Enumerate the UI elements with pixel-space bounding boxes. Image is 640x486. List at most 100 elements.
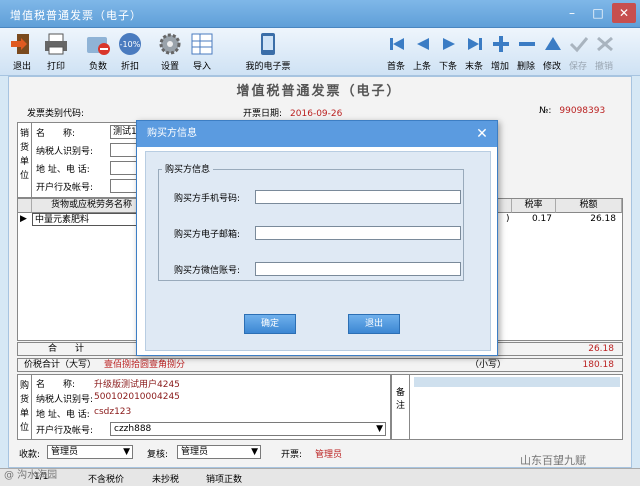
tax-rate-header: 税率 [512,199,556,213]
buyer-side-label: 购货单位 [18,375,32,439]
last-record-button[interactable]: 末条 [462,32,486,72]
total-tax: 26.18 [588,344,614,354]
my-e-invoice-button[interactable]: 我的电子票 [243,32,293,72]
seller-name-label: 名 称: [36,129,76,139]
next-record-button[interactable]: 下条 [436,32,460,72]
confirm-button[interactable]: 确定 [244,314,296,334]
buyer-address-row: 地 址、电 话: csdz123 [36,407,132,420]
svg-text:-10%: -10% [120,40,141,49]
seller-side-label: 销货单位 [18,123,32,197]
phone-input[interactable] [255,190,461,204]
undo-button[interactable]: 撤销 [592,32,616,72]
edit-icon [545,37,561,50]
wechat-label: 购买方微信账号: [174,266,241,276]
dialog-body: 购买方信息 购买方手机号码: 购买方电子邮箱: 购买方微信账号: 确定 退出 [145,151,491,351]
buyer-info-dialog: 购买方信息 ✕ 购买方信息 购买方手机号码: 购买方电子邮箱: 购买方微信账号:… [136,120,498,356]
dialog-close-button[interactable]: ✕ [469,123,495,145]
item-name-cell[interactable]: 中量元素肥料 [32,213,152,226]
buyer-name-value[interactable]: 升级版测试用户4245 [94,377,180,390]
status-bar: 1/1 不含税价 未抄税 销项正数 [0,468,640,486]
payee-label: 收款: [19,450,41,460]
reviewer-select[interactable]: 管理员 ▼ [177,445,261,459]
email-label: 购买方电子邮箱: [174,230,241,240]
prev-record-button[interactable]: 上条 [410,32,434,72]
email-input[interactable] [255,226,461,240]
current-row-arrow-icon: ▶ [20,214,27,224]
grand-total-upper: 壹佰捌拾圆壹角捌分 [104,360,186,370]
remarks-field[interactable] [414,377,620,387]
seller-taxid-label: 纳税人识别号: [36,147,94,157]
save-check-icon [569,37,589,53]
chevron-down-icon: ▼ [123,447,130,457]
watermark-left: @ 沟水海园 [4,470,58,481]
status-copy-tax: 未抄税 [152,475,180,485]
buyer-info-group-label: 购买方信息 [162,162,214,175]
chevron-down-icon: ▼ [251,447,258,457]
buyer-name-row: 名 称: 升级版测试用户4245 [36,377,180,390]
tax-amount-cell[interactable]: 26.18 [556,213,622,226]
minimize-button[interactable]: – [560,3,584,23]
import-button[interactable]: 导入 [188,32,216,72]
printer-icon [45,33,67,55]
window-title: 增值税普通发票（电子） [10,9,142,22]
edit-button[interactable]: 修改 [540,32,564,72]
drawer-label: 开票: [281,450,303,460]
first-record-button[interactable]: 首条 [384,32,408,72]
buyer-address-value[interactable]: csdz123 [94,407,131,417]
discount-badge-icon: -10% [119,33,141,55]
settings-button[interactable]: 设置 [156,32,184,72]
remarks-label: 备注 [392,375,410,439]
remove-icon [519,42,535,46]
row-indicator-header [18,199,32,213]
negative-button[interactable]: 负数 [84,32,112,72]
tax-rate-cell[interactable]: 0.17 [512,213,556,226]
issue-date: 开票日期: 2016-09-26 [243,109,343,119]
last-record-icon [468,38,482,50]
toolbar: 退出 打印 负数 -10% 折扣 设置 导入 我的电子票 首条 上条 下条 末条 [0,28,640,76]
negative-folder-icon [87,37,110,55]
delete-button[interactable]: 删除 [514,32,538,72]
watermark-right: 山东百望九赋 [520,454,586,467]
remarks-section: 备注 [391,374,623,440]
seller-bank-label: 开户行及帐号: [36,183,94,193]
status-invoice-kind: 销项正数 [206,475,243,485]
print-button[interactable]: 打印 [42,32,70,72]
buyer-taxid-value[interactable]: 500102010004245 [94,392,180,402]
gear-icon [159,33,181,55]
item-name-header: 货物或应税劳务名称 [32,199,152,213]
reviewer-label: 复核: [147,450,169,460]
save-button[interactable]: 保存 [566,32,590,72]
dialog-title: 购买方信息 [137,121,497,147]
wechat-input[interactable] [255,262,461,276]
next-record-icon [443,38,455,50]
chevron-down-icon: ▼ [376,424,383,434]
phone-label: 购买方手机号码: [174,194,241,204]
window-titlebar: 增值税普通发票（电子） – □ ✕ [0,0,640,28]
seller-address-label: 地 址、电 话: [36,165,90,175]
small-amount-label: （小写） [470,360,507,370]
payee-select[interactable]: 管理员 ▼ [47,445,133,459]
exit-button[interactable]: 退出 [8,32,36,72]
dialog-exit-button[interactable]: 退出 [348,314,400,334]
buyer-taxid-row: 纳税人识别号: 500102010004245 [36,392,180,405]
import-grid-icon [191,33,213,55]
type-code-label: 发票类别代码: [27,109,85,119]
small-amount: 180.18 [582,360,615,370]
add-icon [493,36,509,52]
total-label: 合 计 [48,344,85,354]
buyer-bank-row: 开户行及帐号: [36,426,94,436]
e-invoice-icon [261,33,275,55]
buyer-bank-select[interactable]: czzh888 ▼ [110,422,386,436]
close-window-button[interactable]: ✕ [612,3,636,23]
form-title: 增值税普通发票（电子） [236,84,402,99]
close-icon: ✕ [476,126,488,142]
discount-button[interactable]: -10% 折扣 [116,32,144,72]
grand-total-label: 价税合计（大写） [24,360,97,370]
buyer-section: 购货单位 名 称: 升级版测试用户4245 纳税人识别号: 500102010004… [17,374,391,440]
exit-door-icon [11,34,29,54]
grand-total-row: 价税合计（大写） 壹佰捌拾圆壹角捌分 （小写） 180.18 [17,358,623,372]
maximize-button[interactable]: □ [586,3,610,23]
add-button[interactable]: 增加 [488,32,512,72]
drawer-value: 管理员 [315,450,343,460]
undo-icon [597,36,613,52]
